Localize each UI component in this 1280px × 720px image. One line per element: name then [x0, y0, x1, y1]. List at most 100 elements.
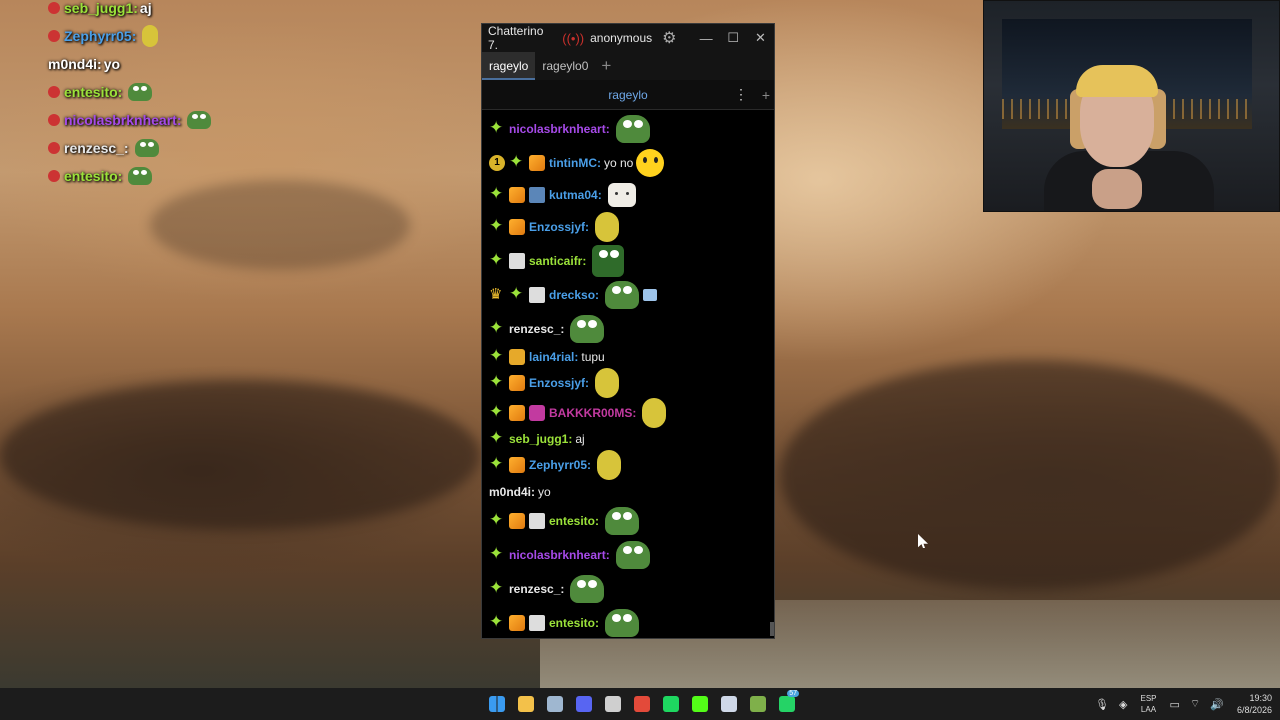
message-author[interactable]: renzesc_:: [509, 582, 564, 596]
prime-badge-icon[interactable]: [489, 372, 505, 392]
yel-badge-icon[interactable]: [509, 349, 525, 365]
mono-badge-icon[interactable]: [529, 287, 545, 303]
chat-message[interactable]: 1 tintinMC:yo no: [489, 146, 774, 180]
steam-icon[interactable]: [540, 688, 569, 720]
file-explorer-icon[interactable]: [511, 688, 540, 720]
pepe-emote-icon[interactable]: [605, 281, 640, 309]
message-author[interactable]: lain4rial:: [529, 350, 578, 364]
minimize-icon[interactable]: —: [693, 31, 720, 46]
prime-badge-icon[interactable]: [489, 118, 505, 138]
pepe-emote-icon[interactable]: [570, 315, 605, 343]
chat-message[interactable]: Enzossjyf:: [489, 368, 774, 398]
window-titlebar[interactable]: Chatterino 7. ((•)) anonymous ⚙ — ☐ ✕: [482, 24, 774, 52]
tab-rageylo[interactable]: rageylo: [482, 52, 536, 80]
prime-badge-icon[interactable]: [509, 284, 525, 304]
game-icon[interactable]: [743, 688, 772, 720]
message-author[interactable]: Zephyrr05:: [529, 458, 591, 472]
pepe-emote-icon[interactable]: [128, 83, 153, 101]
volume-icon[interactable]: 🔊: [1210, 698, 1224, 711]
chat-message[interactable]: entesito:: [489, 606, 774, 638]
chat-message[interactable]: renzesc_:: [489, 572, 774, 606]
box-badge-icon[interactable]: [509, 457, 525, 473]
box-badge-icon[interactable]: [509, 405, 525, 421]
box-badge-icon[interactable]: [529, 155, 545, 171]
whatsapp-icon[interactable]: 57: [772, 688, 801, 720]
message-author[interactable]: kutma04:: [549, 188, 602, 202]
prime-badge-icon[interactable]: [489, 544, 505, 564]
message-author[interactable]: renzesc_:: [509, 322, 564, 336]
prime-badge-icon[interactable]: [489, 318, 505, 338]
chat-message[interactable]: seb_jugg1:aj: [489, 428, 774, 450]
message-author[interactable]: entesito:: [549, 514, 599, 528]
prime-badge-icon[interactable]: [489, 184, 505, 204]
microphone-icon[interactable]: 🎙: [1095, 698, 1109, 711]
gear-icon[interactable]: ⚙: [662, 28, 676, 48]
chat-message[interactable]: Enzossjyf:: [489, 210, 774, 244]
banana-emote-icon[interactable]: [142, 25, 159, 47]
message-author[interactable]: nicolasbrknheart:: [509, 122, 610, 136]
message-author[interactable]: nicolasbrknheart:: [509, 548, 610, 562]
banana-emote-icon[interactable]: [642, 398, 667, 428]
pepe-emote-icon[interactable]: [615, 541, 650, 569]
account-name[interactable]: anonymous: [590, 31, 652, 45]
cat-emote-icon[interactable]: [607, 183, 636, 207]
dark-emote-icon[interactable]: [592, 245, 625, 277]
mono-badge-icon[interactable]: [529, 513, 545, 529]
prime-badge-icon[interactable]: [509, 152, 525, 172]
box-badge-icon[interactable]: [509, 187, 525, 203]
crown-badge-icon[interactable]: ♛: [489, 287, 505, 303]
message-author[interactable]: m0nd4i:: [489, 485, 535, 499]
pepe-emote-icon[interactable]: [187, 111, 212, 129]
pepe-emote-icon[interactable]: [570, 575, 605, 603]
box-badge-icon[interactable]: [509, 375, 525, 391]
chat-message[interactable]: kutma04:: [489, 180, 774, 210]
message-author[interactable]: BAKKKR00MS:: [549, 406, 636, 420]
discord-icon[interactable]: [569, 688, 598, 720]
pepe-emote-icon[interactable]: [605, 507, 640, 535]
split-header[interactable]: rageylo ⋮ +: [482, 80, 774, 110]
pepe-emote-icon[interactable]: [605, 609, 640, 637]
clock[interactable]: 19:30 6/8/2026: [1237, 692, 1272, 716]
chat-message[interactable]: Zephyrr05:: [489, 450, 774, 480]
emote-icon[interactable]: [643, 289, 658, 301]
pepe-emote-icon[interactable]: [128, 167, 153, 185]
close-icon[interactable]: ✕: [747, 30, 774, 46]
maximize-icon[interactable]: ☐: [720, 30, 747, 46]
prime-badge-icon[interactable]: [489, 346, 505, 366]
chatterino-window[interactable]: Chatterino 7. ((•)) anonymous ⚙ — ☐ ✕ ra…: [481, 23, 775, 639]
mono-badge-icon[interactable]: [529, 615, 545, 631]
network-icon[interactable]: ⌔: [1190, 697, 1200, 711]
chat-message[interactable]: m0nd4i: yo: [489, 480, 774, 504]
chat-message[interactable]: renzesc_:: [489, 312, 774, 346]
chat-message[interactable]: entesito:: [489, 504, 774, 538]
pin-badge-icon[interactable]: 1: [489, 155, 505, 171]
prime-badge-icon[interactable]: [489, 454, 505, 474]
banana-emote-icon[interactable]: [595, 368, 620, 398]
vpn-icon[interactable]: ◈: [1119, 698, 1127, 711]
message-author[interactable]: Enzossjyf:: [529, 376, 589, 390]
banana-emote-icon[interactable]: [597, 450, 622, 480]
split-menu-icon[interactable]: ⋮: [734, 86, 748, 103]
prime-badge-icon[interactable]: [489, 578, 505, 598]
chat-message[interactable]: santicaifr:: [489, 244, 774, 278]
chat-message[interactable]: nicolasbrknheart:: [489, 112, 774, 146]
chatterino-icon[interactable]: [714, 688, 743, 720]
box-badge-icon[interactable]: [509, 513, 525, 529]
chat-message[interactable]: nicolasbrknheart:: [489, 538, 774, 572]
pepe-emote-icon[interactable]: [615, 115, 650, 143]
message-author[interactable]: Enzossjyf:: [529, 220, 589, 234]
scrollbar[interactable]: [770, 622, 774, 636]
prime-badge-icon[interactable]: [489, 216, 505, 236]
spotify-icon[interactable]: [656, 688, 685, 720]
banana-emote-icon[interactable]: [595, 212, 620, 242]
message-author[interactable]: dreckso:: [549, 288, 599, 302]
chat-message[interactable]: ♛ dreckso:: [489, 278, 774, 312]
chat-message[interactable]: lain4rial:tupu: [489, 346, 774, 368]
add-split-icon[interactable]: +: [762, 87, 770, 103]
prime-badge-icon[interactable]: [489, 402, 505, 422]
mono-badge-icon[interactable]: [509, 253, 525, 269]
message-author[interactable]: santicaifr:: [529, 254, 586, 268]
pepe-emote-icon[interactable]: [134, 139, 159, 157]
message-list[interactable]: nicolasbrknheart: 1 tintinMC:yo no kutma04:…: [482, 112, 774, 638]
stream-app-icon[interactable]: [685, 688, 714, 720]
